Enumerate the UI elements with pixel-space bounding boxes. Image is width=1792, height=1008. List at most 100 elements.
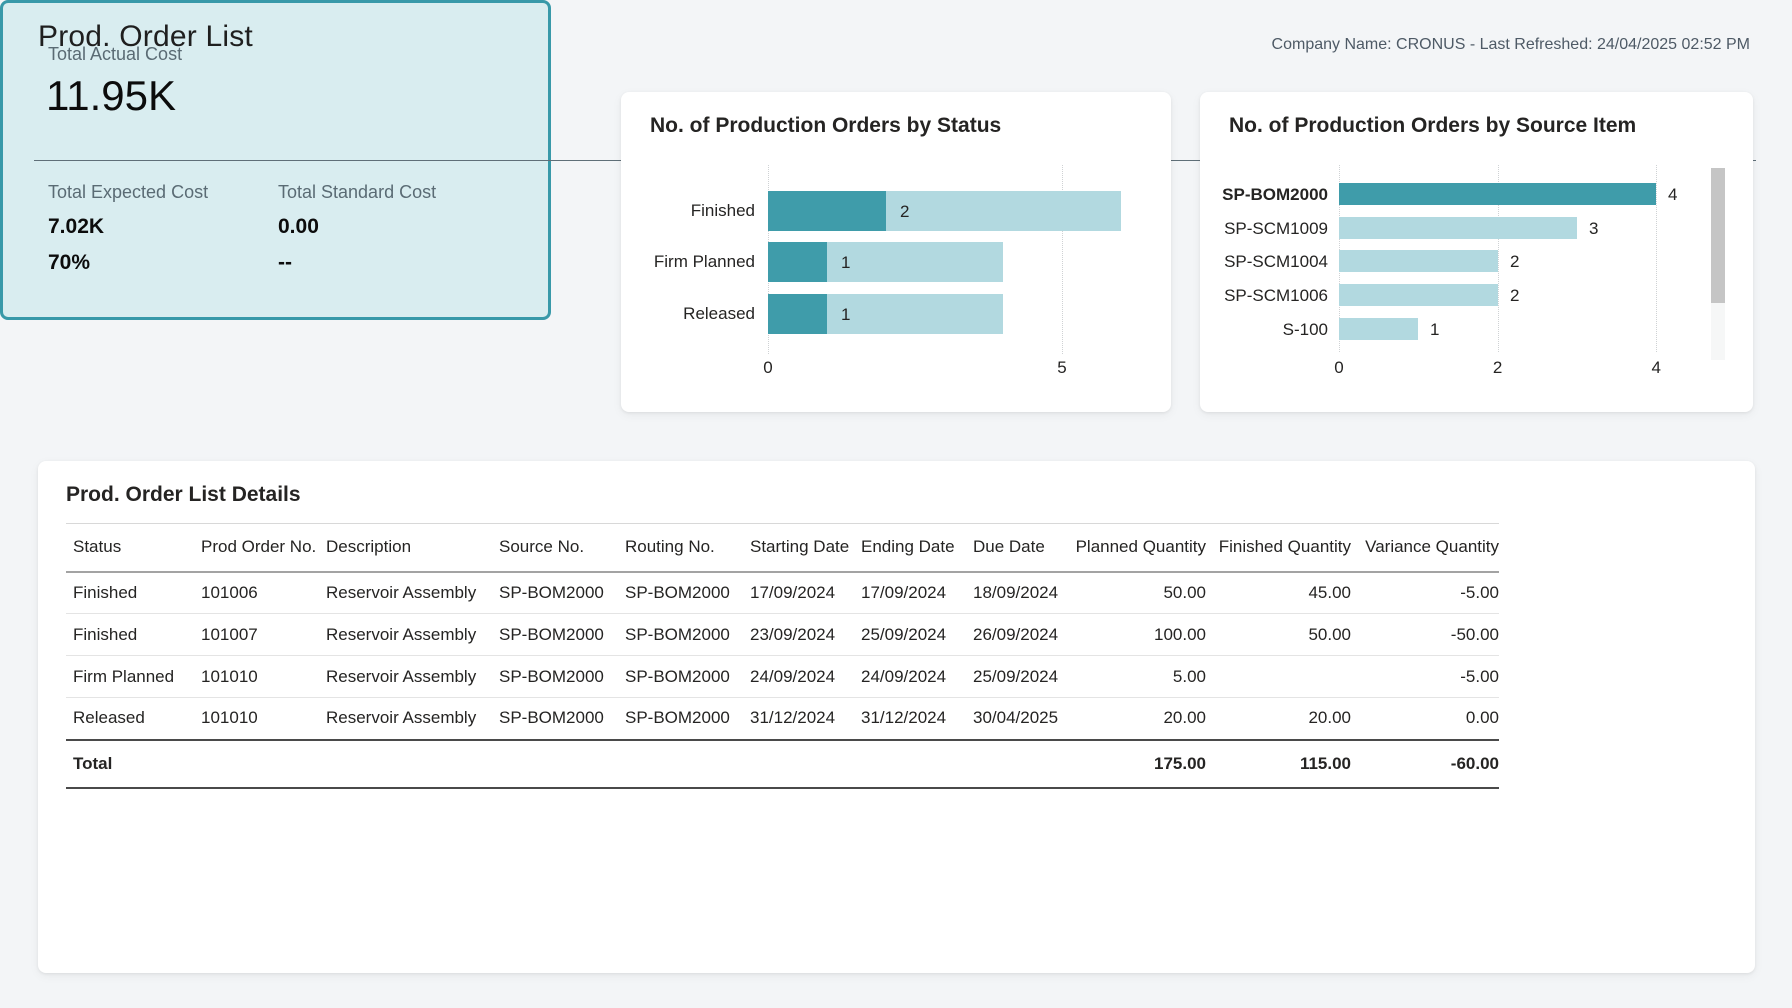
source-x-tick-2: 2 [1493, 358, 1502, 378]
column-header-starting-date[interactable]: Starting Date [743, 524, 854, 572]
table-cell-status: Finished [66, 572, 194, 614]
status-x-tick-5: 5 [1057, 358, 1066, 378]
table-cell-description: Reservoir Assembly [319, 656, 492, 698]
table-cell-finished-quantity: 50.00 [1206, 614, 1351, 656]
table-title: Prod. Order List Details [66, 483, 301, 507]
table-cell-planned-quantity: 100.00 [1062, 614, 1206, 656]
column-header-finished-quantity[interactable]: Finished Quantity [1206, 524, 1351, 572]
table-cell-starting-date: 17/09/2024 [743, 572, 854, 614]
prod-order-details-table: StatusProd Order No.DescriptionSource No… [66, 523, 1499, 789]
column-header-due-date[interactable]: Due Date [966, 524, 1062, 572]
source-category-label-sp-bom2000: SP-BOM2000 [1200, 185, 1328, 205]
source-category-label-sp-scm1004: SP-SCM1004 [1200, 252, 1328, 272]
table-cell-source-no: SP-BOM2000 [492, 572, 618, 614]
source-bar-sp-scm1006[interactable] [1339, 284, 1498, 306]
kpi-secondary-subvalue: -- [278, 251, 508, 275]
column-header-source-no[interactable]: Source No. [492, 524, 618, 572]
table-cell-routing-no: SP-BOM2000 [618, 656, 743, 698]
status-category-label-firm-planned: Firm Planned [621, 252, 755, 272]
column-header-variance-quantity[interactable]: Variance Quantity [1351, 524, 1499, 572]
table-cell-finished-quantity: 20.00 [1206, 698, 1351, 740]
table-total-row: Total175.00115.00-60.00 [66, 740, 1499, 788]
column-header-status[interactable]: Status [66, 524, 194, 572]
company-refresh-info: Company Name: CRONUS - Last Refreshed: 2… [1272, 36, 1750, 54]
source-x-tick-4: 4 [1651, 358, 1660, 378]
kpi-card-total-actual-cost[interactable]: Total Actual Cost 11.95K Total Expected … [0, 0, 551, 320]
table-cell-starting-date: 31/12/2024 [743, 698, 854, 740]
total-due-date [966, 740, 1062, 788]
total-planned-quantity: 175.00 [1062, 740, 1206, 788]
table-cell-ending-date: 25/09/2024 [854, 614, 966, 656]
table-cell-source-no: SP-BOM2000 [492, 656, 618, 698]
source-chart-plot: 024SP-BOM20004SP-SCM10093SP-SCM10042SP-S… [1200, 92, 1753, 412]
table-card: Prod. Order List Details StatusProd Orde… [38, 461, 1755, 973]
total-description [319, 740, 492, 788]
kpi-secondary-value: 0.00 [278, 215, 508, 239]
table-cell-prod-order-no: 101010 [194, 656, 319, 698]
table-cell-due-date: 18/09/2024 [966, 572, 1062, 614]
status-chart-card[interactable]: No. of Production Orders by Status 05Fin… [621, 92, 1171, 412]
table-cell-routing-no: SP-BOM2000 [618, 572, 743, 614]
source-bar-sp-scm1004[interactable] [1339, 250, 1498, 272]
status-bar-value-released: 1 [841, 305, 850, 325]
table-cell-status: Released [66, 698, 194, 740]
table-cell-due-date: 25/09/2024 [966, 656, 1062, 698]
table-cell-routing-no: SP-BOM2000 [618, 698, 743, 740]
table-cell-prod-order-no: 101007 [194, 614, 319, 656]
source-bar-value-sp-scm1004: 2 [1510, 252, 1519, 272]
table-cell-variance-quantity: -5.00 [1351, 656, 1499, 698]
source-gridline-4 [1656, 165, 1657, 352]
table-cell-due-date: 26/09/2024 [966, 614, 1062, 656]
table-cell-status: Firm Planned [66, 656, 194, 698]
table-row-finished-101007[interactable]: Finished101007Reservoir AssemblySP-BOM20… [66, 614, 1499, 656]
source-bar-value-sp-scm1009: 3 [1589, 219, 1598, 239]
status-x-tick-0: 0 [763, 358, 772, 378]
table-cell-starting-date: 23/09/2024 [743, 614, 854, 656]
table-cell-description: Reservoir Assembly [319, 572, 492, 614]
column-header-planned-quantity[interactable]: Planned Quantity [1062, 524, 1206, 572]
source-x-tick-0: 0 [1334, 358, 1343, 378]
table-row-released-101010[interactable]: Released101010Reservoir AssemblySP-BOM20… [66, 698, 1499, 740]
table-cell-planned-quantity: 50.00 [1062, 572, 1206, 614]
chart-scrollbar-thumb[interactable] [1711, 168, 1725, 303]
status-bar-firm-planned[interactable] [768, 242, 827, 282]
kpi-secondary-label: Total Expected Cost [48, 182, 278, 203]
prod-order-list-dashboard: Prod. Order List Company Name: CRONUS - … [0, 0, 1792, 1008]
status-bar-released[interactable] [768, 294, 827, 334]
table-row-firm-planned-101010[interactable]: Firm Planned101010Reservoir AssemblySP-B… [66, 656, 1499, 698]
table-cell-planned-quantity: 20.00 [1062, 698, 1206, 740]
total-finished-quantity: 115.00 [1206, 740, 1351, 788]
column-header-routing-no[interactable]: Routing No. [618, 524, 743, 572]
column-header-prod-order-no[interactable]: Prod Order No. [194, 524, 319, 572]
table-cell-source-no: SP-BOM2000 [492, 614, 618, 656]
status-category-label-finished: Finished [621, 201, 755, 221]
table-cell-ending-date: 31/12/2024 [854, 698, 966, 740]
table-cell-finished-quantity [1206, 656, 1351, 698]
kpi-primary-value: 11.95K [46, 72, 176, 120]
table-cell-status: Finished [66, 614, 194, 656]
total-routing-no [618, 740, 743, 788]
source-bar-s-100[interactable] [1339, 318, 1418, 340]
kpi-metric-total-standard-cost: Total Standard Cost0.00-- [278, 182, 508, 275]
status-bar-value-finished: 2 [900, 202, 909, 222]
column-header-description[interactable]: Description [319, 524, 492, 572]
source-category-label-sp-scm1009: SP-SCM1009 [1200, 219, 1328, 239]
kpi-secondary-subvalue: 70% [48, 251, 278, 275]
table-cell-description: Reservoir Assembly [319, 614, 492, 656]
source-bar-sp-bom2000[interactable] [1339, 183, 1656, 205]
source-bar-sp-scm1009[interactable] [1339, 217, 1577, 239]
table-row-finished-101006[interactable]: Finished101006Reservoir AssemblySP-BOM20… [66, 572, 1499, 614]
table-cell-starting-date: 24/09/2024 [743, 656, 854, 698]
column-header-ending-date[interactable]: Ending Date [854, 524, 966, 572]
total-starting-date [743, 740, 854, 788]
table-header-row: StatusProd Order No.DescriptionSource No… [66, 524, 1499, 572]
table-cell-variance-quantity: -5.00 [1351, 572, 1499, 614]
source-category-label-s-100: S-100 [1200, 320, 1328, 340]
source-chart-card[interactable]: No. of Production Orders by Source Item … [1200, 92, 1753, 412]
status-bar-finished[interactable] [768, 191, 886, 231]
table-cell-planned-quantity: 5.00 [1062, 656, 1206, 698]
table-cell-finished-quantity: 45.00 [1206, 572, 1351, 614]
kpi-secondary-value: 7.02K [48, 215, 278, 239]
source-bar-value-sp-scm1006: 2 [1510, 286, 1519, 306]
total-ending-date [854, 740, 966, 788]
